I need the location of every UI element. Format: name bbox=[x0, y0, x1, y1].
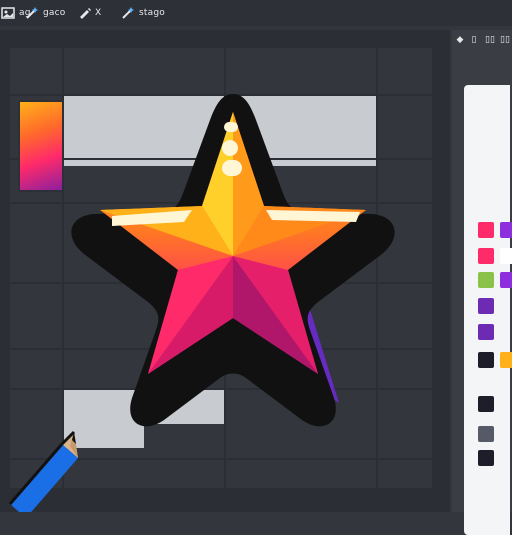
color-swatch[interactable] bbox=[478, 272, 494, 288]
star-highlight bbox=[222, 160, 242, 176]
pencil-tool-icon[interactable] bbox=[0, 404, 90, 512]
color-swatch[interactable] bbox=[500, 352, 512, 368]
color-swatch[interactable] bbox=[478, 298, 494, 314]
color-swatch[interactable] bbox=[500, 222, 512, 238]
color-swatch[interactable] bbox=[500, 272, 512, 288]
tab-panel-3[interactable]: ▯▯ bbox=[482, 32, 498, 48]
star-highlight bbox=[224, 122, 238, 132]
tab-panel-4[interactable]: ▯▯ bbox=[498, 32, 512, 48]
tab-panel-2[interactable]: ▯ bbox=[468, 32, 480, 48]
color-swatch[interactable] bbox=[500, 248, 512, 264]
color-swatch[interactable] bbox=[478, 324, 494, 340]
layer-preview-thumbnail[interactable] bbox=[18, 100, 64, 192]
color-swatch[interactable] bbox=[478, 352, 494, 368]
star-highlight bbox=[222, 140, 238, 156]
tab-layers[interactable]: ◆ bbox=[454, 32, 466, 48]
color-swatch[interactable] bbox=[478, 222, 494, 238]
color-swatch[interactable] bbox=[478, 396, 494, 412]
color-swatch[interactable] bbox=[478, 426, 494, 442]
color-swatch[interactable] bbox=[478, 248, 494, 264]
color-swatch[interactable] bbox=[478, 450, 494, 466]
